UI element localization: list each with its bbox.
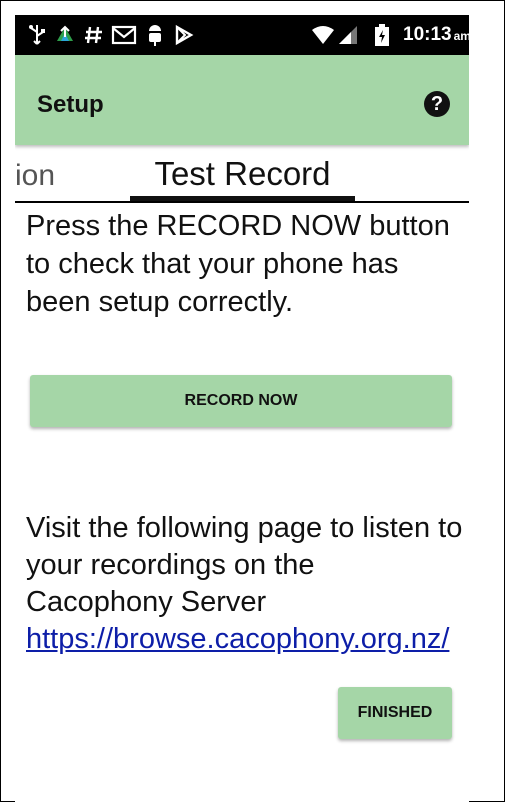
upload-cloud-icon	[57, 25, 73, 41]
clock-ampm: am	[453, 29, 469, 43]
wifi-icon	[312, 26, 334, 44]
tab-indicator	[130, 196, 355, 201]
browse-link[interactable]: https://browse.cacophony.org.nz/	[26, 623, 449, 655]
clock-time: 10:13	[403, 24, 452, 45]
signal-icon	[339, 26, 357, 44]
phone-screen: 10:13 am Setup ? ion Test Record Press th…	[15, 15, 469, 802]
usb-icon	[29, 25, 45, 45]
tab-test-record-label: Test Record	[154, 155, 331, 192]
android-debug-icon	[149, 25, 161, 46]
app-bar: Setup ?	[15, 55, 469, 145]
battery-icon	[375, 24, 389, 46]
help-icon[interactable]: ?	[424, 91, 450, 117]
tab-previous[interactable]: ion	[15, 159, 55, 193]
hash-icon	[85, 26, 102, 44]
tab-test-record[interactable]: Test Record	[130, 145, 355, 201]
clock: 10:13 am	[403, 24, 469, 46]
visit-paragraph: Visit the following page to listen to yo…	[26, 510, 466, 658]
page-title: Setup	[37, 91, 104, 118]
record-now-button[interactable]: RECORD NOW	[30, 375, 452, 427]
visit-text: Visit the following page to listen to yo…	[26, 512, 463, 618]
status-bar: 10:13 am	[15, 15, 469, 55]
instructions-text: Press the RECORD NOW button to check tha…	[26, 210, 450, 318]
tab-bar: ion Test Record	[15, 145, 469, 203]
play-icon	[175, 24, 194, 46]
gmail-icon	[111, 25, 137, 45]
finished-button[interactable]: FINISHED	[338, 687, 452, 739]
